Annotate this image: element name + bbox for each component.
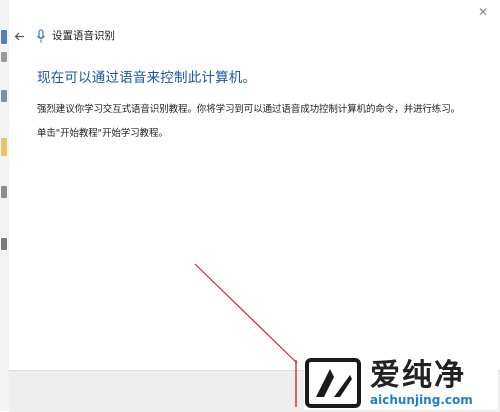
taskbar-icon bbox=[1, 138, 7, 156]
taskbar-icon bbox=[1, 30, 7, 44]
speech-recognition-wizard-window: ✕ 设置语音识别 现在可以通过语音来控制此计算机。 强烈建议你学习交互式语音识别… bbox=[9, 0, 500, 412]
taskbar-icon bbox=[1, 238, 7, 250]
watermark-logo-icon bbox=[305, 358, 361, 408]
arrow-left-icon bbox=[14, 32, 24, 40]
instruction-text: 强烈建议你学习交互式语音识别教程。你将学习到可以通过语音成功控制计算机的命令，并… bbox=[37, 104, 461, 115]
close-button[interactable]: ✕ bbox=[476, 5, 490, 19]
tutorial-hint-text: 单击"开始教程"开始学习教程。 bbox=[37, 128, 168, 139]
page-heading: 现在可以通过语音来控制此计算机。 bbox=[37, 70, 257, 86]
taskbar-icon bbox=[1, 52, 7, 62]
wizard-title: 设置语音识别 bbox=[52, 30, 115, 42]
back-button[interactable] bbox=[12, 26, 26, 46]
watermark-brand-text: 爱纯净 bbox=[370, 358, 466, 393]
watermark-url-text: aichunjing.com bbox=[370, 393, 473, 407]
wizard-nav-bar: 设置语音识别 bbox=[9, 26, 409, 46]
microphone-icon bbox=[34, 28, 48, 44]
taskbar-icon bbox=[1, 90, 7, 102]
taskbar-icon bbox=[1, 186, 7, 198]
site-watermark: 爱纯净 aichunjing.com bbox=[304, 356, 498, 410]
